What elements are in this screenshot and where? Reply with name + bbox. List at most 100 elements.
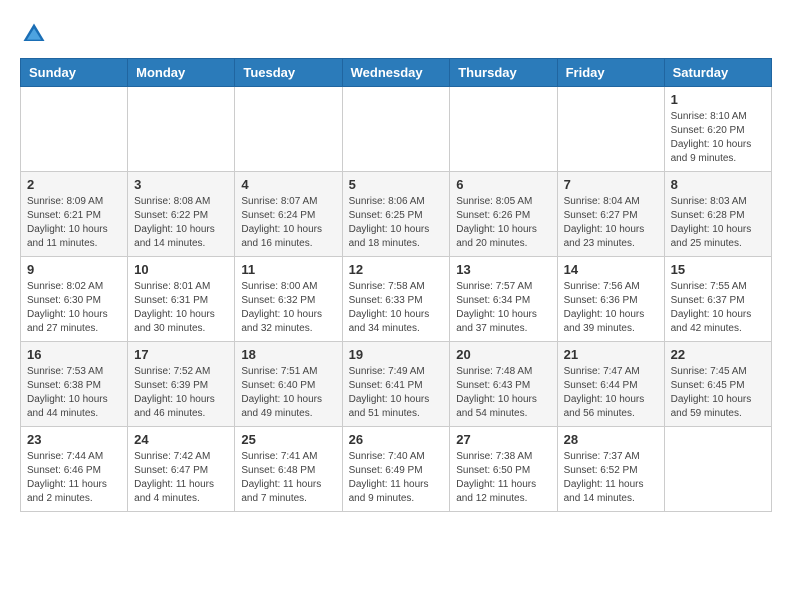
day-info: Sunrise: 7:52 AM Sunset: 6:39 PM Dayligh… — [134, 365, 228, 421]
day-number: 24 — [134, 432, 228, 447]
day-info: Sunrise: 7:58 AM Sunset: 6:33 PM Dayligh… — [349, 280, 444, 336]
day-number: 16 — [27, 347, 121, 362]
day-info: Sunrise: 7:49 AM Sunset: 6:41 PM Dayligh… — [349, 365, 444, 421]
day-info: Sunrise: 7:53 AM Sunset: 6:38 PM Dayligh… — [27, 365, 121, 421]
day-info: Sunrise: 7:42 AM Sunset: 6:47 PM Dayligh… — [134, 450, 228, 506]
calendar-cell: 16 Sunrise: 7:53 AM Sunset: 6:38 PM Dayli… — [21, 342, 128, 427]
calendar: SundayMondayTuesdayWednesdayThursdayFrid… — [20, 58, 772, 512]
calendar-cell: 28 Sunrise: 7:37 AM Sunset: 6:52 PM Dayli… — [557, 427, 664, 512]
calendar-cell — [235, 87, 342, 172]
day-number: 21 — [564, 347, 658, 362]
day-number: 8 — [671, 177, 765, 192]
calendar-header-sunday: Sunday — [21, 59, 128, 87]
calendar-cell: 14 Sunrise: 7:56 AM Sunset: 6:36 PM Dayli… — [557, 257, 664, 342]
day-info: Sunrise: 8:07 AM Sunset: 6:24 PM Dayligh… — [241, 195, 335, 251]
calendar-cell — [664, 427, 771, 512]
calendar-cell: 1 Sunrise: 8:10 AM Sunset: 6:20 PM Daylig… — [664, 87, 771, 172]
calendar-week-row: 2 Sunrise: 8:09 AM Sunset: 6:21 PM Daylig… — [21, 172, 772, 257]
day-number: 1 — [671, 92, 765, 107]
calendar-cell: 17Sunrise: 7:52 AM Sunset: 6:39 PM Dayli… — [128, 342, 235, 427]
page-header — [20, 20, 772, 48]
day-info: Sunrise: 8:10 AM Sunset: 6:20 PM Dayligh… — [671, 110, 765, 166]
calendar-cell: 25 Sunrise: 7:41 AM Sunset: 6:48 PM Dayli… — [235, 427, 342, 512]
day-number: 15 — [671, 262, 765, 277]
day-number: 28 — [564, 432, 658, 447]
calendar-header-friday: Friday — [557, 59, 664, 87]
calendar-cell: 5 Sunrise: 8:06 AM Sunset: 6:25 PM Daylig… — [342, 172, 450, 257]
day-number: 11 — [241, 262, 335, 277]
day-number: 4 — [241, 177, 335, 192]
day-number: 13 — [456, 262, 550, 277]
logo — [20, 20, 52, 48]
calendar-cell: 7 Sunrise: 8:04 AM Sunset: 6:27 PM Daylig… — [557, 172, 664, 257]
calendar-cell: 13 Sunrise: 7:57 AM Sunset: 6:34 PM Dayli… — [450, 257, 557, 342]
day-info: Sunrise: 8:08 AM Sunset: 6:22 PM Dayligh… — [134, 195, 228, 251]
day-number: 2 — [27, 177, 121, 192]
calendar-cell: 9 Sunrise: 8:02 AM Sunset: 6:30 PM Daylig… — [21, 257, 128, 342]
day-info: Sunrise: 7:48 AM Sunset: 6:43 PM Dayligh… — [456, 365, 550, 421]
calendar-cell — [450, 87, 557, 172]
day-number: 3 — [134, 177, 228, 192]
day-info: Sunrise: 7:44 AM Sunset: 6:46 PM Dayligh… — [27, 450, 121, 506]
calendar-week-row: 9 Sunrise: 8:02 AM Sunset: 6:30 PM Daylig… — [21, 257, 772, 342]
calendar-header-row: SundayMondayTuesdayWednesdayThursdayFrid… — [21, 59, 772, 87]
calendar-week-row: 23 Sunrise: 7:44 AM Sunset: 6:46 PM Dayli… — [21, 427, 772, 512]
day-info: Sunrise: 8:06 AM Sunset: 6:25 PM Dayligh… — [349, 195, 444, 251]
calendar-week-row: 16 Sunrise: 7:53 AM Sunset: 6:38 PM Dayli… — [21, 342, 772, 427]
day-number: 14 — [564, 262, 658, 277]
day-info: Sunrise: 7:56 AM Sunset: 6:36 PM Dayligh… — [564, 280, 658, 336]
calendar-cell: 21 Sunrise: 7:47 AM Sunset: 6:44 PM Dayli… — [557, 342, 664, 427]
day-info: Sunrise: 7:45 AM Sunset: 6:45 PM Dayligh… — [671, 365, 765, 421]
calendar-cell — [128, 87, 235, 172]
day-number: 5 — [349, 177, 444, 192]
day-info: Sunrise: 8:05 AM Sunset: 6:26 PM Dayligh… — [456, 195, 550, 251]
calendar-cell: 2 Sunrise: 8:09 AM Sunset: 6:21 PM Daylig… — [21, 172, 128, 257]
day-number: 9 — [27, 262, 121, 277]
day-info: Sunrise: 7:37 AM Sunset: 6:52 PM Dayligh… — [564, 450, 658, 506]
calendar-cell — [557, 87, 664, 172]
day-info: Sunrise: 7:41 AM Sunset: 6:48 PM Dayligh… — [241, 450, 335, 506]
day-info: Sunrise: 7:51 AM Sunset: 6:40 PM Dayligh… — [241, 365, 335, 421]
day-number: 23 — [27, 432, 121, 447]
day-number: 19 — [349, 347, 444, 362]
calendar-header-monday: Monday — [128, 59, 235, 87]
day-info: Sunrise: 8:04 AM Sunset: 6:27 PM Dayligh… — [564, 195, 658, 251]
calendar-cell: 15 Sunrise: 7:55 AM Sunset: 6:37 PM Dayli… — [664, 257, 771, 342]
calendar-header-tuesday: Tuesday — [235, 59, 342, 87]
day-info: Sunrise: 7:57 AM Sunset: 6:34 PM Dayligh… — [456, 280, 550, 336]
calendar-cell: 3 Sunrise: 8:08 AM Sunset: 6:22 PM Daylig… — [128, 172, 235, 257]
day-number: 20 — [456, 347, 550, 362]
calendar-cell: 8 Sunrise: 8:03 AM Sunset: 6:28 PM Daylig… — [664, 172, 771, 257]
day-number: 12 — [349, 262, 444, 277]
day-number: 26 — [349, 432, 444, 447]
calendar-cell — [21, 87, 128, 172]
calendar-cell: 12 Sunrise: 7:58 AM Sunset: 6:33 PM Dayli… — [342, 257, 450, 342]
calendar-cell: 4 Sunrise: 8:07 AM Sunset: 6:24 PM Daylig… — [235, 172, 342, 257]
day-info: Sunrise: 8:09 AM Sunset: 6:21 PM Dayligh… — [27, 195, 121, 251]
calendar-cell: 26 Sunrise: 7:40 AM Sunset: 6:49 PM Dayli… — [342, 427, 450, 512]
calendar-cell: 20 Sunrise: 7:48 AM Sunset: 6:43 PM Dayli… — [450, 342, 557, 427]
day-info: Sunrise: 7:40 AM Sunset: 6:49 PM Dayligh… — [349, 450, 444, 506]
day-info: Sunrise: 8:00 AM Sunset: 6:32 PM Dayligh… — [241, 280, 335, 336]
calendar-cell: 11 Sunrise: 8:00 AM Sunset: 6:32 PM Dayli… — [235, 257, 342, 342]
day-info: Sunrise: 8:01 AM Sunset: 6:31 PM Dayligh… — [134, 280, 228, 336]
day-number: 27 — [456, 432, 550, 447]
calendar-cell: 27Sunrise: 7:38 AM Sunset: 6:50 PM Dayli… — [450, 427, 557, 512]
calendar-cell: 18 Sunrise: 7:51 AM Sunset: 6:40 PM Dayli… — [235, 342, 342, 427]
day-number: 25 — [241, 432, 335, 447]
calendar-week-row: 1 Sunrise: 8:10 AM Sunset: 6:20 PM Daylig… — [21, 87, 772, 172]
day-info: Sunrise: 7:47 AM Sunset: 6:44 PM Dayligh… — [564, 365, 658, 421]
day-info: Sunrise: 8:02 AM Sunset: 6:30 PM Dayligh… — [27, 280, 121, 336]
calendar-cell: 6 Sunrise: 8:05 AM Sunset: 6:26 PM Daylig… — [450, 172, 557, 257]
day-number: 10 — [134, 262, 228, 277]
day-info: Sunrise: 7:55 AM Sunset: 6:37 PM Dayligh… — [671, 280, 765, 336]
logo-icon — [20, 20, 48, 48]
day-number: 7 — [564, 177, 658, 192]
calendar-cell: 10 Sunrise: 8:01 AM Sunset: 6:31 PM Dayli… — [128, 257, 235, 342]
day-info: Sunrise: 8:03 AM Sunset: 6:28 PM Dayligh… — [671, 195, 765, 251]
calendar-cell: 24 Sunrise: 7:42 AM Sunset: 6:47 PM Dayli… — [128, 427, 235, 512]
day-number: 18 — [241, 347, 335, 362]
calendar-cell — [342, 87, 450, 172]
day-number: 6 — [456, 177, 550, 192]
calendar-cell: 23 Sunrise: 7:44 AM Sunset: 6:46 PM Dayli… — [21, 427, 128, 512]
